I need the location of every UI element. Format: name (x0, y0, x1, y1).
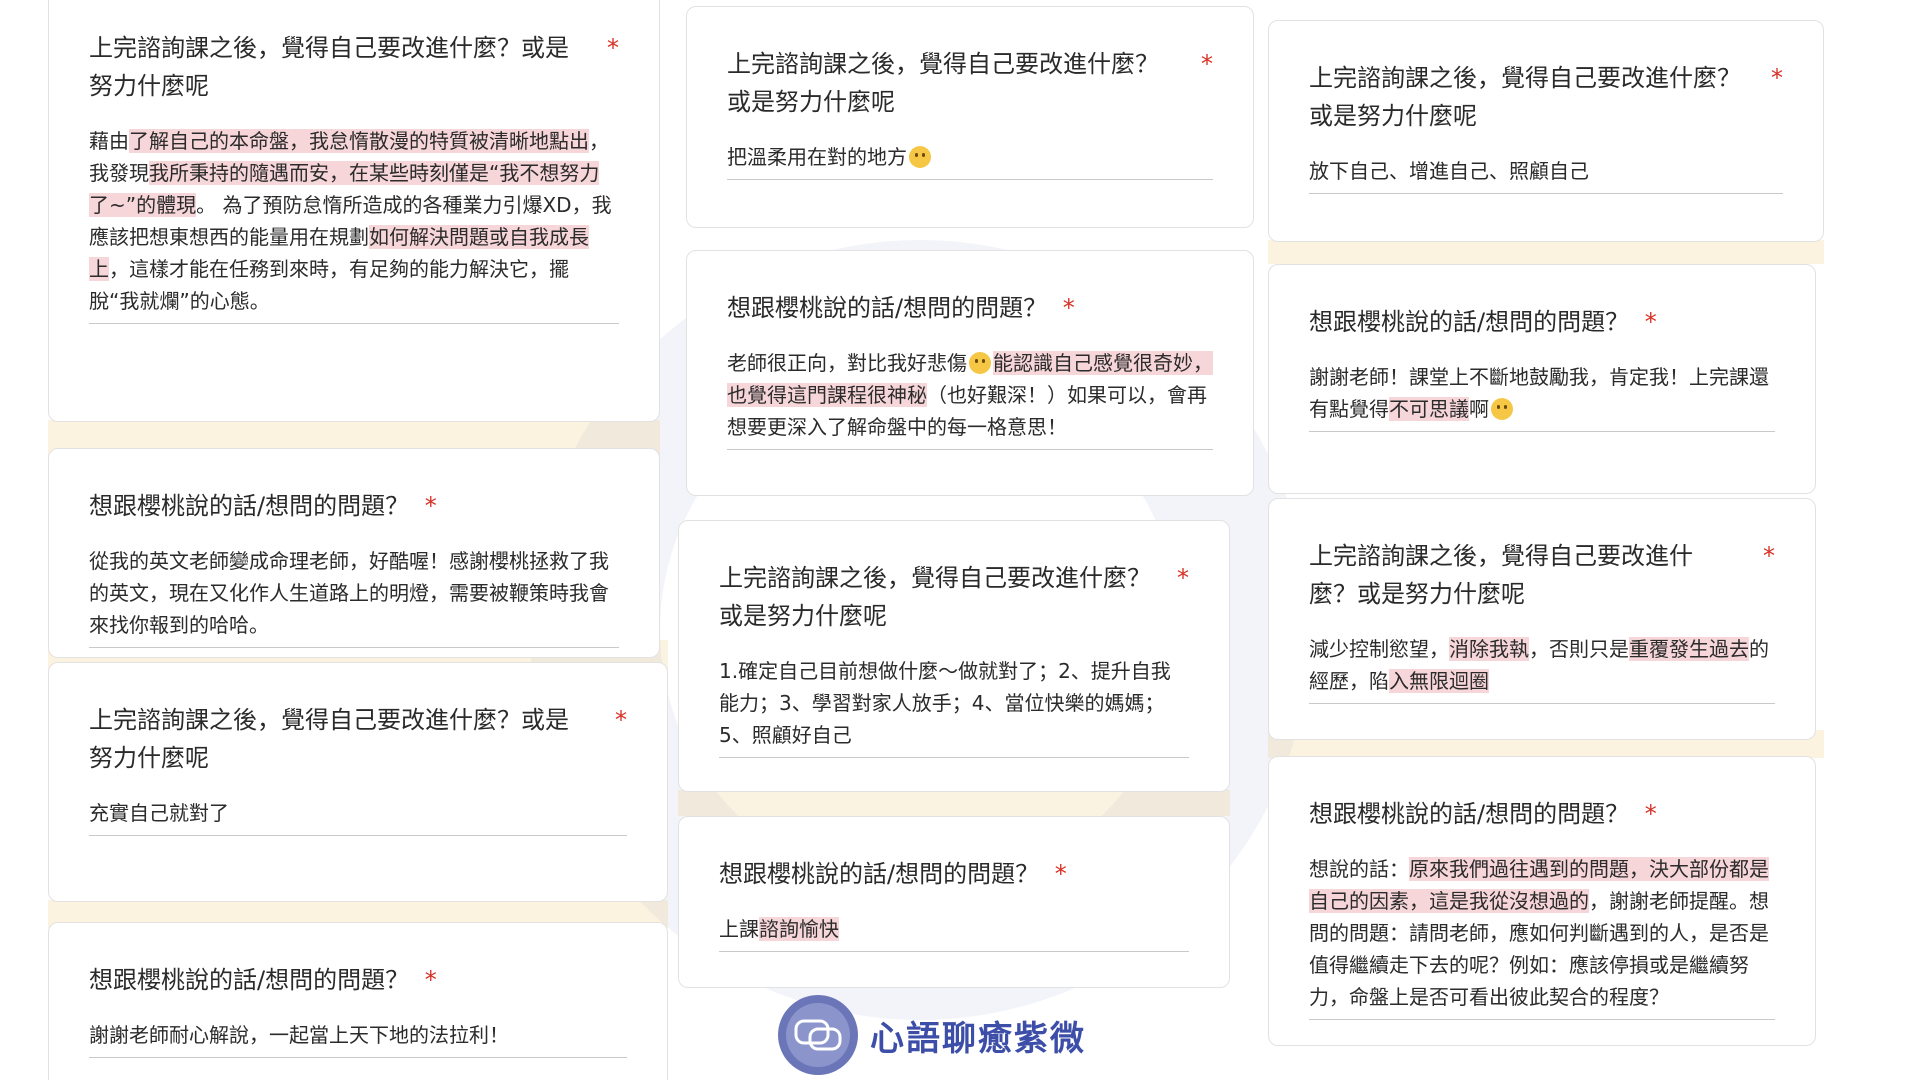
question-text: 上完諮詢課之後，覺得自己要改進什麼？或是努力什麼呢 (89, 706, 569, 772)
required-asterisk: * (607, 34, 619, 62)
brand-name: 心語聊癒紫微 (870, 1018, 1086, 1059)
answer-segment: 藉由 (89, 129, 129, 153)
question-title: 想跟櫻桃說的話/想問的問題？ * (727, 289, 1213, 327)
answer-segment: 想說的話： (1309, 857, 1409, 881)
highlighted-text: 我所秉持的隨遇而安 (149, 161, 329, 185)
survey-card: 想跟櫻桃說的話/想問的問題？ * 上課諮詢愉快 (678, 816, 1230, 988)
answer-text: 上課諮詢愉快 (719, 913, 1189, 952)
highlighted-text: 入無限迴圈 (1389, 669, 1489, 693)
survey-card: 上完諮詢課之後，覺得自己要改進什麼？或是努力什麼呢 * 藉由了解自己的本命盤，我… (48, 0, 660, 422)
highlighted-text: 了解自己的本命盤，我怠惰散漫的特質被清晰地點出 (129, 129, 589, 153)
survey-card: 上完諮詢課之後，覺得自己要改進什麼？或是努力什麼呢 * 1.確定自己目前想做什麼… (678, 520, 1230, 792)
question-text: 上完諮詢課之後，覺得自己要改進什麼？或是努力什麼呢 (89, 34, 569, 100)
speech-bubble-heart-icon (778, 995, 858, 1075)
highlighted-text: 重覆發生過去 (1629, 637, 1749, 661)
survey-card: 想跟櫻桃說的話/想問的問題？ * 謝謝老師！課堂上不斷地鼓勵我，肯定我！上完課還… (1268, 264, 1816, 494)
question-title: 想跟櫻桃說的話/想問的問題？ * (719, 855, 1189, 893)
answer-text: 從我的英文老師變成命理老師，好酷喔！感謝櫻桃拯救了我的英文，現在又化作人生道路上… (89, 545, 619, 648)
answer-text: 謝謝老師耐心解說，一起當上天下地的法拉利！ (89, 1019, 627, 1058)
required-asterisk: * (1763, 542, 1775, 570)
required-asterisk: * (424, 966, 437, 994)
highlighted-text: 諮詢愉快 (759, 917, 839, 941)
grinning-face-emoji (1491, 398, 1513, 420)
answer-text: 放下自己、增進自己、照顧自己 (1309, 155, 1783, 194)
answer-segment: 老師很正向，對比我好悲傷 (727, 351, 967, 375)
survey-card: 想跟櫻桃說的話/想問的問題？ * 老師很正向，對比我好悲傷 能認識自己感覺很奇妙，… (686, 250, 1254, 496)
answer-segment: ，否則只是 (1529, 637, 1629, 661)
question-text: 上完諮詢課之後，覺得自己要改進什麼？或是努力什麼呢 (719, 564, 1151, 630)
answer-segment: 啊 (1469, 397, 1489, 421)
question-text: 上完諮詢課之後，覺得自己要改進什麼？或是努力什麼呢 (1309, 64, 1741, 130)
question-title: 想跟櫻桃說的話/想問的問題？ * (89, 961, 627, 999)
required-asterisk: * (1201, 50, 1213, 78)
question-text: 想跟櫻桃說的話/想問的問題？ (719, 860, 1040, 888)
question-title: 上完諮詢課之後，覺得自己要改進什麼？或是努力什麼呢 * (719, 559, 1189, 635)
answer-text: 把溫柔用在對的地方 (727, 141, 1213, 180)
question-title: 上完諮詢課之後，覺得自己要改進什麼？或是努力什麼呢 * (1309, 537, 1775, 613)
section-band (1268, 240, 1824, 264)
section-band (678, 790, 1230, 816)
question-title: 上完諮詢課之後，覺得自己要改進什麼？或是努力什麼呢 * (89, 29, 619, 105)
answer-segment: 放下自己、增進自己、照顧自己 (1309, 159, 1589, 183)
required-asterisk: * (1644, 308, 1657, 336)
required-asterisk: * (615, 706, 627, 734)
answer-text: 充實自己就對了 (89, 797, 627, 836)
question-text: 想跟櫻桃說的話/想問的問題？ (727, 294, 1048, 322)
required-asterisk: * (1644, 800, 1657, 828)
survey-card: 想跟櫻桃說的話/想問的問題？ * 謝謝老師耐心解說，一起當上天下地的法拉利！ (48, 922, 668, 1080)
answer-segment: 上課 (719, 917, 759, 941)
question-text: 想跟櫻桃說的話/想問的問題？ (89, 966, 410, 994)
survey-card: 上完諮詢課之後，覺得自己要改進什麼？或是努力什麼呢 * 減少控制慾望，消除我執，… (1268, 498, 1816, 740)
answer-segment: 從我的英文老師變成命理老師，好酷喔！感謝櫻桃拯救了我的英文，現在又化作人生道路上… (89, 549, 609, 637)
required-asterisk: * (1771, 64, 1783, 92)
answer-segment: 充實自己就對了 (89, 801, 229, 825)
answer-segment: 把溫柔用在對的地方 (727, 145, 907, 169)
brand-logo: 心語聊癒紫微 (776, 990, 1086, 1080)
question-title: 想跟櫻桃說的話/想問的問題？ * (1309, 795, 1775, 833)
survey-card: 想跟櫻桃說的話/想問的問題？ * 想說的話：原來我們過往遇到的問題，決大部份都是… (1268, 756, 1816, 1046)
crying-face-emoji (909, 146, 931, 168)
highlighted-text: 消除我執 (1449, 637, 1529, 661)
required-asterisk: * (1054, 860, 1067, 888)
question-title: 上完諮詢課之後，覺得自己要改進什麼？或是努力什麼呢 * (1309, 59, 1783, 135)
question-title: 上完諮詢課之後，覺得自己要改進什麼？或是努力什麼呢 * (89, 701, 627, 777)
question-text: 想跟櫻桃說的話/想問的問題？ (1309, 308, 1630, 336)
question-title: 想跟櫻桃說的話/想問的問題？ * (89, 487, 619, 525)
required-asterisk: * (1177, 564, 1189, 592)
answer-text: 減少控制慾望，消除我執，否則只是重覆發生過去的經歷，陷入無限迴圈 (1309, 633, 1775, 704)
answer-segment: 謝謝老師！課堂上不斷地鼓勵我，肯定我！上完課還有點覺得 (1309, 365, 1769, 421)
question-text: 想跟櫻桃說的話/想問的問題？ (89, 492, 410, 520)
answer-text: 謝謝老師！課堂上不斷地鼓勵我，肯定我！上完課還有點覺得不可思議啊 (1309, 361, 1775, 432)
question-text: 想跟櫻桃說的話/想問的問題？ (1309, 800, 1630, 828)
highlighted-text: 不可思議 (1389, 397, 1469, 421)
answer-text: 1.確定自己目前想做什麼～做就對了；2、提升自我能力；3、學習對家人放手；4、當… (719, 655, 1189, 758)
survey-card: 上完諮詢課之後，覺得自己要改進什麼？或是努力什麼呢 * 放下自己、增進自己、照顧… (1268, 20, 1824, 242)
question-text: 上完諮詢課之後，覺得自己要改進什麼？或是努力什麼呢 (1309, 542, 1693, 608)
required-asterisk: * (1062, 294, 1075, 322)
answer-text: 藉由了解自己的本命盤，我怠惰散漫的特質被清晰地點出，我發現我所秉持的隨遇而安，在… (89, 125, 619, 324)
question-text: 上完諮詢課之後，覺得自己要改進什麼？或是努力什麼呢 (727, 50, 1159, 116)
survey-card: 想跟櫻桃說的話/想問的問題？ * 從我的英文老師變成命理老師，好酷喔！感謝櫻桃拯… (48, 448, 660, 658)
answer-text: 老師很正向，對比我好悲傷 能認識自己感覺很奇妙，也覺得這門課程很神秘（也好艱深！）… (727, 347, 1213, 450)
question-title: 想跟櫻桃說的話/想問的問題？ * (1309, 303, 1775, 341)
required-asterisk: * (424, 492, 437, 520)
question-title: 上完諮詢課之後，覺得自己要改進什麼？或是努力什麼呢 * (727, 45, 1213, 121)
answer-text: 想說的話：原來我們過往遇到的問題，決大部份都是自己的因素，這是我從沒想過的，謝謝… (1309, 853, 1775, 1020)
answer-segment: ，這樣才能在任務到來時，有足夠的能力解決它，擺脫“我就爛”的心態。 (89, 257, 569, 313)
survey-card: 上完諮詢課之後，覺得自己要改進什麼？或是努力什麼呢 * 充實自己就對了 (48, 662, 668, 902)
answer-segment: 減少控制慾望， (1309, 637, 1449, 661)
survey-card: 上完諮詢課之後，覺得自己要改進什麼？或是努力什麼呢 * 把溫柔用在對的地方 (686, 6, 1254, 228)
collage-canvas: 上完諮詢課之後，覺得自己要改進什麼？或是努力什麼呢 * 藉由了解自己的本命盤，我… (0, 0, 1920, 1080)
answer-segment: 1.確定自己目前想做什麼～做就對了；2、提升自我能力；3、學習對家人放手；4、當… (719, 659, 1171, 747)
answer-segment: 謝謝老師耐心解說，一起當上天下地的法拉利！ (89, 1023, 509, 1047)
sad-face-emoji (969, 352, 991, 374)
